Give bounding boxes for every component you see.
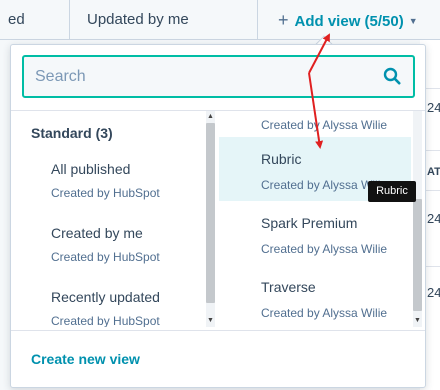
custom-views-list: Created by Alyssa Wilie Rubric Created b… [219,111,411,327]
tab-previous-label: ed [8,11,25,28]
add-view-label: Add view (5/50) [294,13,404,30]
scroll-down-icon[interactable]: ▼ [206,317,215,325]
view-tab-bar: ed Updated by me + Add view (5/50) ▼ [0,0,440,40]
left-scrollbar[interactable]: ▲ ▼ [204,111,217,327]
plus-icon: + [278,10,289,30]
view-item-name: All published [51,161,131,177]
view-item-created-by-me[interactable]: Created by me Created by HubSpot [11,225,201,287]
add-view-dropdown: Standard (3) All published Created by Hu… [10,44,426,388]
view-item-creator: Created by Alyssa Wilie [261,306,388,320]
divider [11,330,425,331]
view-item-creator: Created by HubSpot [51,314,160,327]
create-new-view-link[interactable]: Create new view [31,351,140,367]
standard-views-list: Standard (3) All published Created by Hu… [11,111,217,327]
search-input[interactable] [24,57,364,96]
tooltip: Rubric [368,181,416,202]
view-item-recently-updated[interactable]: Recently updated Created by HubSpot [11,289,201,327]
view-item-name: Traverse [261,279,316,295]
scroll-down-icon[interactable]: ▼ [413,317,422,325]
tab-updated-by-me[interactable]: Updated by me [70,0,258,40]
right-scrollbar[interactable]: ▼ [411,111,424,327]
tab-updated-by-me-label: Updated by me [87,11,189,28]
view-item-creator: Created by HubSpot [51,186,160,200]
add-view-button[interactable]: + Add view (5/50) ▼ [278,0,418,40]
view-item-spark-premium[interactable]: Spark Premium Created by Alyssa Wilie [219,201,411,265]
view-item-traverse[interactable]: Traverse Created by Alyssa Wilie [219,265,411,327]
view-item-name: Rubric [261,151,302,167]
scrollbar-thumb[interactable] [413,199,422,311]
search-icon[interactable] [383,67,401,85]
group-title-standard: Standard (3) [31,125,113,141]
tab-previous[interactable]: ed [0,0,70,40]
scroll-up-icon[interactable]: ▲ [206,113,215,121]
view-item-name: Spark Premium [261,215,358,231]
scrollbar-thumb[interactable] [206,123,215,303]
table-cell-fragment: 24 [427,211,440,226]
view-item-creator: Created by Alyssa Wilie [261,118,388,132]
table-cell-fragment: 24 [427,285,440,300]
table-header-fragment: AT [427,166,440,178]
view-item-all-published[interactable]: All published Created by HubSpot [11,161,201,223]
caret-down-icon: ▼ [408,16,418,26]
table-cell-fragment: 24 [427,100,440,115]
view-item-name: Created by me [51,225,143,241]
view-item-name: Recently updated [51,289,160,305]
view-item-creator: Created by HubSpot [51,250,160,264]
view-item-partial[interactable]: Created by Alyssa Wilie [219,111,411,135]
search-box [22,55,415,98]
view-item-creator: Created by Alyssa Wilie [261,242,388,256]
